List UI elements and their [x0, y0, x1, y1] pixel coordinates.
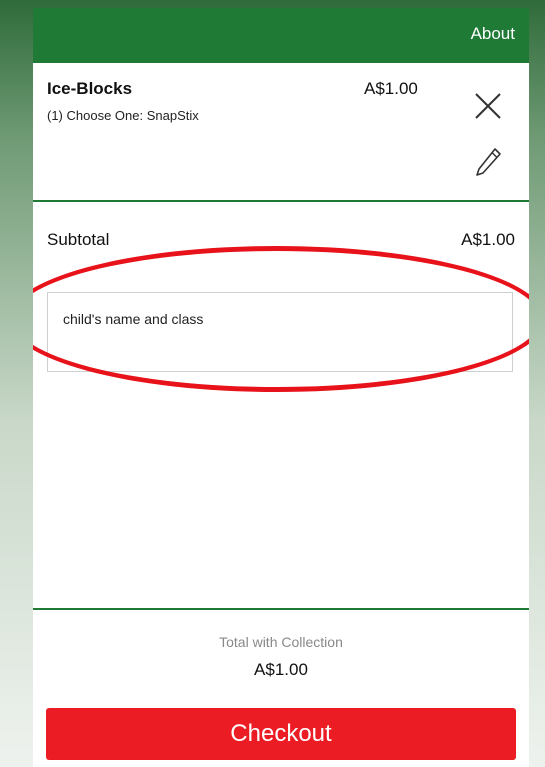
- total-label: Total with Collection: [219, 634, 343, 650]
- subtotal-label: Subtotal: [47, 230, 110, 249]
- edit-item-button[interactable]: [473, 146, 503, 180]
- checkout-button[interactable]: Checkout: [46, 708, 516, 760]
- footer-divider: [33, 608, 529, 610]
- item-divider: [33, 200, 529, 202]
- about-link[interactable]: About: [471, 24, 515, 44]
- item-option: (1) Choose One: SnapStix: [47, 108, 199, 123]
- cart-panel: About Ice-Blocks (1) Choose One: SnapSti…: [33, 8, 529, 767]
- order-notes-field[interactable]: child's name and class: [47, 292, 513, 372]
- item-name: Ice-Blocks: [47, 79, 133, 98]
- close-icon: [475, 93, 501, 119]
- item-price: A$1.00: [364, 79, 418, 98]
- total-value: A$1.00: [254, 660, 308, 679]
- order-notes-text: child's name and class: [63, 311, 204, 327]
- pencil-icon: [476, 148, 501, 176]
- top-bar: About: [33, 8, 529, 63]
- remove-item-button[interactable]: [473, 91, 503, 121]
- subtotal-value: A$1.00: [461, 230, 515, 249]
